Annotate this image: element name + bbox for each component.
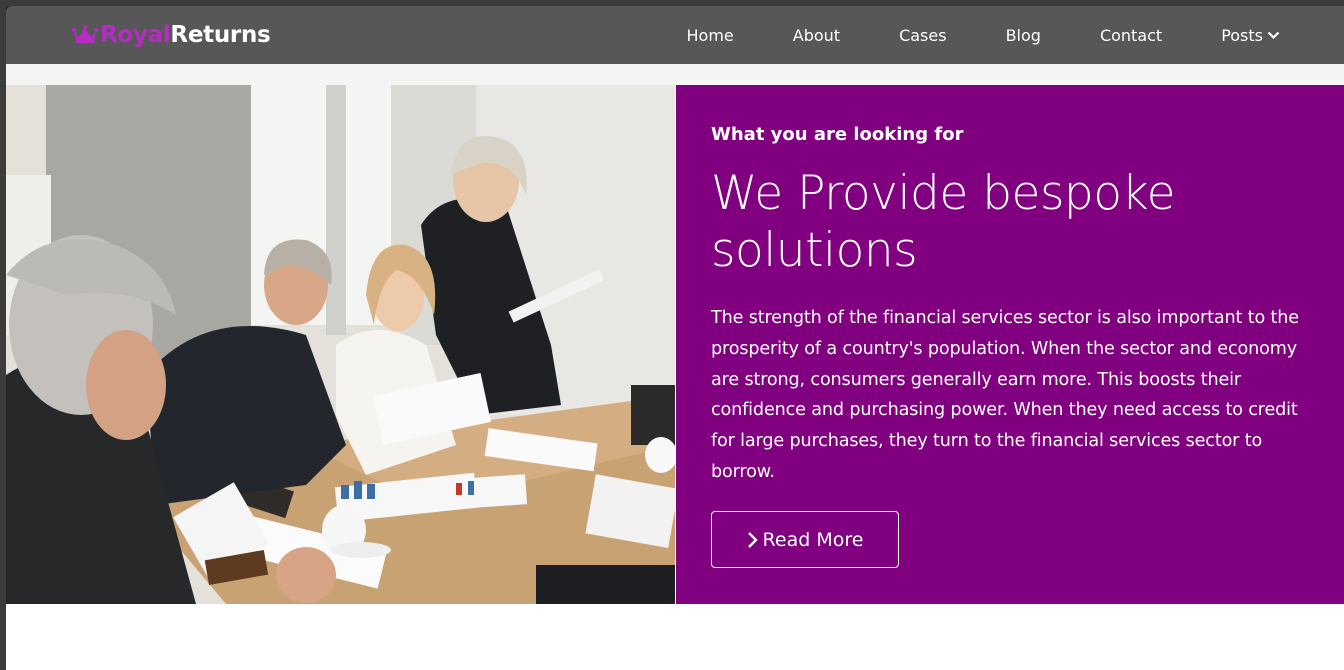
nav-posts-label: Posts [1221,25,1263,45]
read-more-button[interactable]: Read More [711,511,899,568]
read-more-label: Read More [762,528,864,551]
chevron-down-icon [1267,31,1280,39]
hero-body-text: The strength of the financial services s… [711,308,1299,482]
brand-name-royal: Royal [100,22,171,48]
navbar: Royal Returns Home About Cases Blog Conta… [6,6,1344,64]
nav-cases[interactable]: Cases [899,26,947,45]
hero-eyebrow: What you are looking for [711,124,964,145]
hero-panel: What you are looking for We Provide besp… [676,85,1344,604]
brand-name-returns: Returns [170,22,271,48]
section-spacer [6,64,1344,85]
nav-home[interactable]: Home [687,26,734,45]
page-content: What you are looking for We Provide besp… [6,64,1344,670]
chevron-right-icon [747,531,758,548]
nav-about[interactable]: About [793,26,840,45]
hero-headline: We Provide bespoke solutions [711,166,1175,278]
business-meeting-photo [6,85,675,604]
nav-blog[interactable]: Blog [1006,26,1041,45]
nav-contact[interactable]: Contact [1100,26,1162,45]
nav-posts-dropdown[interactable]: Posts [1221,26,1280,45]
meeting-illustration [6,85,675,604]
crown-icon [72,25,98,43]
main-nav: Home About Cases Blog Contact Posts [687,6,1344,64]
brand-logo[interactable]: Royal Returns [72,22,271,48]
